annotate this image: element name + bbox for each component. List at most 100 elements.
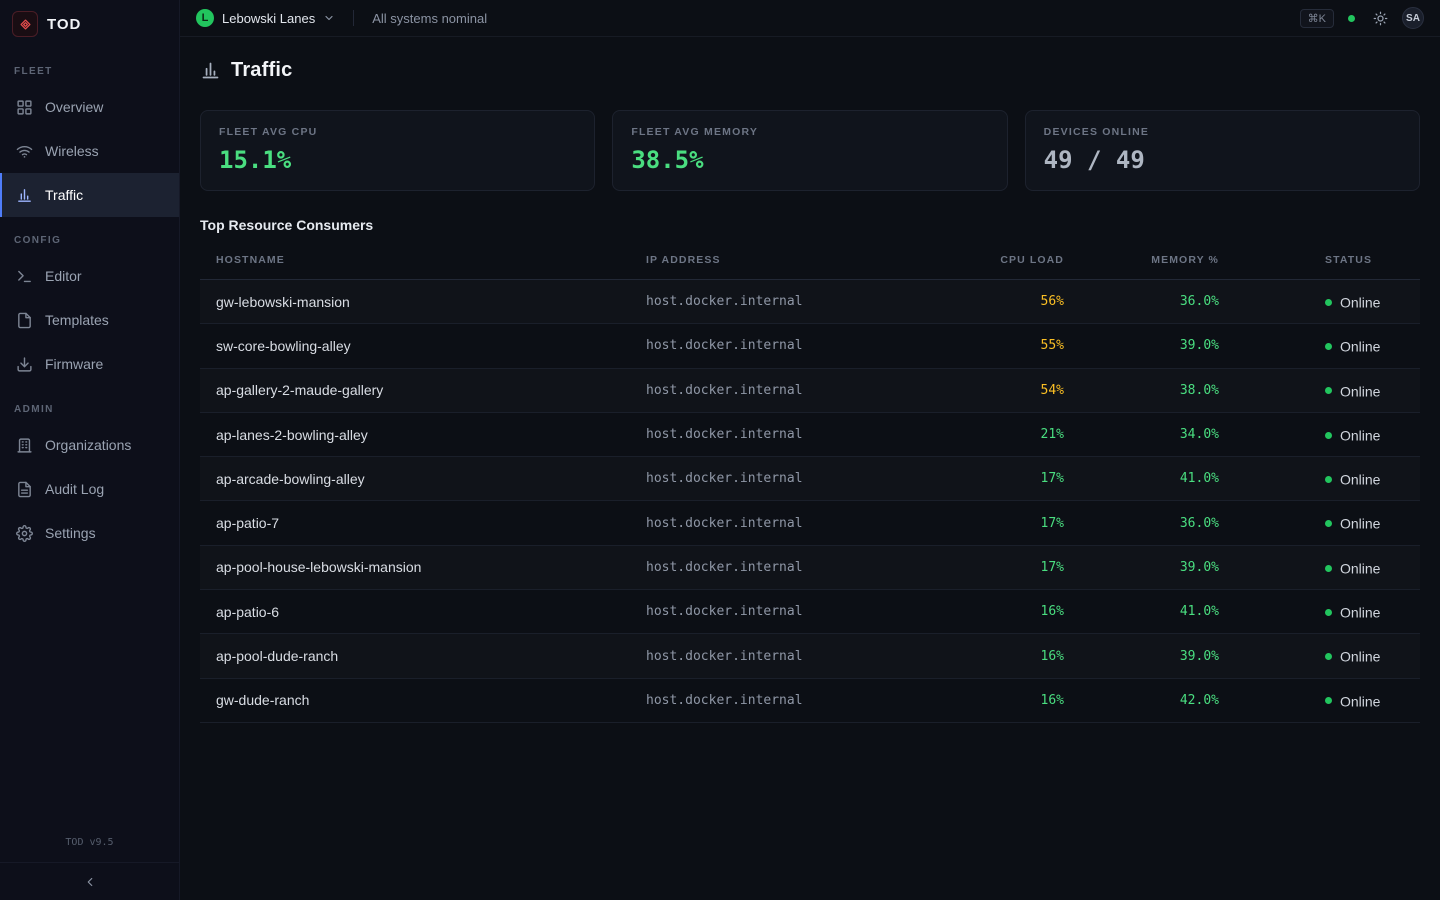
table-header-row: HOSTNAME IP ADDRESS CPU LOAD MEMORY % ST… <box>200 241 1420 280</box>
status-cell: Online <box>1235 590 1420 634</box>
file-icon <box>16 312 33 329</box>
main-area: L Lebowski Lanes All systems nominal ⌘K <box>180 0 1440 900</box>
sidebar-item-label: Wireless <box>45 143 99 159</box>
org-name: Lebowski Lanes <box>222 11 315 26</box>
chevron-down-icon <box>323 12 335 24</box>
page-content: Traffic FLEET AVG CPU 15.1% FLEET AVG ME… <box>180 37 1440 900</box>
stats-row: FLEET AVG CPU 15.1% FLEET AVG MEMORY 38.… <box>200 110 1420 191</box>
sidebar-item-label: Traffic <box>45 187 83 203</box>
stat-card-fleet-avg-cpu: FLEET AVG CPU 15.1% <box>200 110 595 191</box>
app-logo[interactable]: TOD <box>0 0 179 48</box>
page-header: Traffic <box>200 59 1420 82</box>
hostname-cell: ap-pool-house-lebowski-mansion <box>200 545 630 589</box>
sidebar-item-overview[interactable]: Overview <box>0 85 179 129</box>
bar-chart-icon <box>200 60 221 81</box>
ip-cell: host.docker.internal <box>630 501 950 545</box>
ip-cell: host.docker.internal <box>630 412 950 456</box>
chevron-left-icon <box>83 875 97 889</box>
status-cell: Online <box>1235 634 1420 678</box>
sidebar-collapse-button[interactable] <box>0 862 179 900</box>
hostname-cell: ap-patio-6 <box>200 590 630 634</box>
sidebar-item-templates[interactable]: Templates <box>0 298 179 342</box>
diamond-logo-icon <box>12 11 38 37</box>
table-row[interactable]: sw-core-bowling-alley host.docker.intern… <box>200 324 1420 368</box>
sidebar-item-wireless[interactable]: Wireless <box>0 129 179 173</box>
table-row[interactable]: ap-pool-house-lebowski-mansion host.dock… <box>200 545 1420 589</box>
sidebar-nav: FLEET Overview Wireless <box>0 48 179 555</box>
online-status-dot <box>1325 565 1332 572</box>
sidebar-item-label: Firmware <box>45 356 103 372</box>
sidebar-item-organizations[interactable]: Organizations <box>0 423 179 467</box>
column-header-status[interactable]: STATUS <box>1235 241 1420 280</box>
table-row[interactable]: ap-pool-dude-ranch host.docker.internal … <box>200 634 1420 678</box>
memory-cell: 36.0% <box>1080 280 1235 324</box>
resource-consumers-table: HOSTNAME IP ADDRESS CPU LOAD MEMORY % ST… <box>200 241 1420 723</box>
sidebar-item-settings[interactable]: Settings <box>0 511 179 555</box>
column-header-ip[interactable]: IP ADDRESS <box>630 241 950 280</box>
stat-value: 38.5% <box>631 146 988 174</box>
sidebar-item-firmware[interactable]: Firmware <box>0 342 179 386</box>
stat-value: 15.1% <box>219 146 576 174</box>
memory-cell: 39.0% <box>1080 634 1235 678</box>
online-status-dot <box>1325 653 1332 660</box>
cpu-cell: 54% <box>950 368 1080 412</box>
app-root: TOD FLEET Overview <box>0 0 1440 900</box>
stat-label: DEVICES ONLINE <box>1044 126 1401 138</box>
table-row[interactable]: ap-lanes-2-bowling-alley host.docker.int… <box>200 412 1420 456</box>
sidebar-item-editor[interactable]: Editor <box>0 254 179 298</box>
section-label-fleet: FLEET <box>0 48 179 85</box>
memory-cell: 39.0% <box>1080 324 1235 368</box>
column-header-hostname[interactable]: HOSTNAME <box>200 241 630 280</box>
hostname-cell: ap-patio-7 <box>200 501 630 545</box>
online-status-dot <box>1325 609 1332 616</box>
online-status-dot <box>1325 343 1332 350</box>
cpu-cell: 21% <box>950 412 1080 456</box>
wifi-icon <box>16 143 33 160</box>
table-row[interactable]: ap-patio-7 host.docker.internal 17% 36.0… <box>200 501 1420 545</box>
section-label-config: CONFIG <box>0 217 179 254</box>
user-avatar[interactable]: SA <box>1402 7 1424 29</box>
sun-icon[interactable] <box>1373 11 1388 26</box>
sidebar: TOD FLEET Overview <box>0 0 180 900</box>
stat-card-devices-online: DEVICES ONLINE 49 / 49 <box>1025 110 1420 191</box>
sidebar-item-audit-log[interactable]: Audit Log <box>0 467 179 511</box>
hostname-cell: ap-pool-dude-ranch <box>200 634 630 678</box>
sidebar-item-label: Audit Log <box>45 481 104 497</box>
app-name: TOD <box>47 16 81 33</box>
hostname-cell: gw-lebowski-mansion <box>200 280 630 324</box>
status-cell: Online <box>1235 678 1420 722</box>
status-cell: Online <box>1235 501 1420 545</box>
ip-cell: host.docker.internal <box>630 280 950 324</box>
status-cell: Online <box>1235 368 1420 412</box>
org-avatar: L <box>196 9 214 27</box>
command-palette-shortcut[interactable]: ⌘K <box>1300 9 1334 28</box>
column-header-cpu[interactable]: CPU LOAD <box>950 241 1080 280</box>
hostname-cell: gw-dude-ranch <box>200 678 630 722</box>
online-status-dot <box>1325 520 1332 527</box>
online-status-dot <box>1325 432 1332 439</box>
memory-cell: 42.0% <box>1080 678 1235 722</box>
hostname-cell: ap-lanes-2-bowling-alley <box>200 412 630 456</box>
bar-chart-icon <box>16 187 33 204</box>
ip-cell: host.docker.internal <box>630 324 950 368</box>
table-row[interactable]: gw-dude-ranch host.docker.internal 16% 4… <box>200 678 1420 722</box>
health-status-dot <box>1348 15 1355 22</box>
sidebar-item-label: Editor <box>45 268 82 284</box>
topbar: L Lebowski Lanes All systems nominal ⌘K <box>180 0 1440 37</box>
table-row[interactable]: gw-lebowski-mansion host.docker.internal… <box>200 280 1420 324</box>
table-row[interactable]: ap-gallery-2-maude-gallery host.docker.i… <box>200 368 1420 412</box>
status-cell: Online <box>1235 457 1420 501</box>
column-header-memory[interactable]: MEMORY % <box>1080 241 1235 280</box>
org-switcher[interactable]: L Lebowski Lanes <box>196 9 335 27</box>
sidebar-item-traffic[interactable]: Traffic <box>0 173 179 217</box>
ip-cell: host.docker.internal <box>630 678 950 722</box>
table-row[interactable]: ap-patio-6 host.docker.internal 16% 41.0… <box>200 590 1420 634</box>
section-title: Top Resource Consumers <box>200 217 1420 233</box>
ip-cell: host.docker.internal <box>630 368 950 412</box>
ip-cell: host.docker.internal <box>630 590 950 634</box>
memory-cell: 36.0% <box>1080 501 1235 545</box>
cpu-cell: 17% <box>950 545 1080 589</box>
table-row[interactable]: ap-arcade-bowling-alley host.docker.inte… <box>200 457 1420 501</box>
cpu-cell: 56% <box>950 280 1080 324</box>
grid-icon <box>16 99 33 116</box>
